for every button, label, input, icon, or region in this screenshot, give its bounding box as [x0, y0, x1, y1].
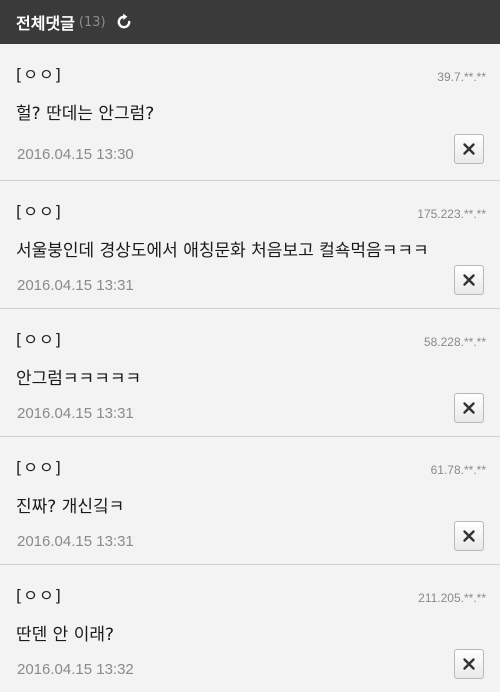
delete-comment-button[interactable]	[454, 649, 484, 679]
comment-text: 딴덴 안 이래?	[16, 625, 115, 645]
comment-date: 2016.04.15 13:31	[17, 277, 134, 294]
refresh-icon	[117, 13, 130, 29]
close-icon	[463, 143, 475, 155]
comment-ip: 58.228.**.**	[423, 335, 486, 349]
comment-author: [ㅇㅇ]	[16, 202, 62, 221]
comment-ip: 211.205.**.**	[418, 591, 486, 605]
delete-comment-button[interactable]	[454, 393, 484, 423]
comment-text: 진짜? 개신깈ㅋ	[16, 497, 125, 517]
comments-header: 전체댓글 (13)	[0, 0, 500, 44]
close-icon	[463, 402, 475, 414]
comment-date: 2016.04.15 13:32	[17, 661, 134, 678]
comment-item: [ㅇㅇ] 211.205.**.** 딴덴 안 이래? 2016.04.15 1…	[0, 564, 500, 692]
comment-item: [ㅇㅇ] 175.223.**.** 서울붕인데 경상도에서 애칭문화 처음보고…	[0, 180, 500, 308]
close-icon	[463, 658, 475, 670]
comment-text: 서울붕인데 경상도에서 애칭문화 처음보고 컬쇽먹음ㅋㅋㅋ	[16, 241, 429, 261]
delete-comment-button[interactable]	[454, 521, 484, 551]
comment-list: [ㅇㅇ] 39.7.**.** 헐? 딴데는 안그럼? 2016.04.15 1…	[0, 44, 500, 692]
comment-author: [ㅇㅇ]	[16, 65, 62, 84]
delete-comment-button[interactable]	[454, 265, 484, 295]
comment-item: [ㅇㅇ] 39.7.**.** 헐? 딴데는 안그럼? 2016.04.15 1…	[0, 44, 500, 180]
refresh-button[interactable]	[114, 12, 134, 32]
comment-text: 안그럼ㅋㅋㅋㅋㅋ	[16, 369, 142, 389]
comment-date: 2016.04.15 13:30	[17, 146, 134, 163]
comment-text: 헐? 딴데는 안그럼?	[16, 104, 155, 124]
close-icon	[463, 530, 475, 542]
close-icon	[463, 274, 475, 286]
comment-author: [ㅇㅇ]	[16, 586, 62, 605]
comment-author: [ㅇㅇ]	[16, 458, 62, 477]
comment-ip: 61.78.**.**	[430, 463, 486, 477]
comment-ip: 39.7.**.**	[437, 70, 486, 84]
delete-comment-button[interactable]	[454, 134, 484, 164]
comment-count: (13)	[78, 14, 106, 30]
comment-item: [ㅇㅇ] 58.228.**.** 안그럼ㅋㅋㅋㅋㅋ 2016.04.15 13…	[0, 308, 500, 436]
header-title: 전체댓글	[16, 14, 75, 33]
comment-date: 2016.04.15 13:31	[17, 405, 134, 422]
comment-item: [ㅇㅇ] 61.78.**.** 진짜? 개신깈ㅋ 2016.04.15 13:…	[0, 436, 500, 564]
comment-date: 2016.04.15 13:31	[17, 533, 134, 550]
comment-ip: 175.223.**.**	[417, 207, 486, 221]
comment-author: [ㅇㅇ]	[16, 330, 62, 349]
